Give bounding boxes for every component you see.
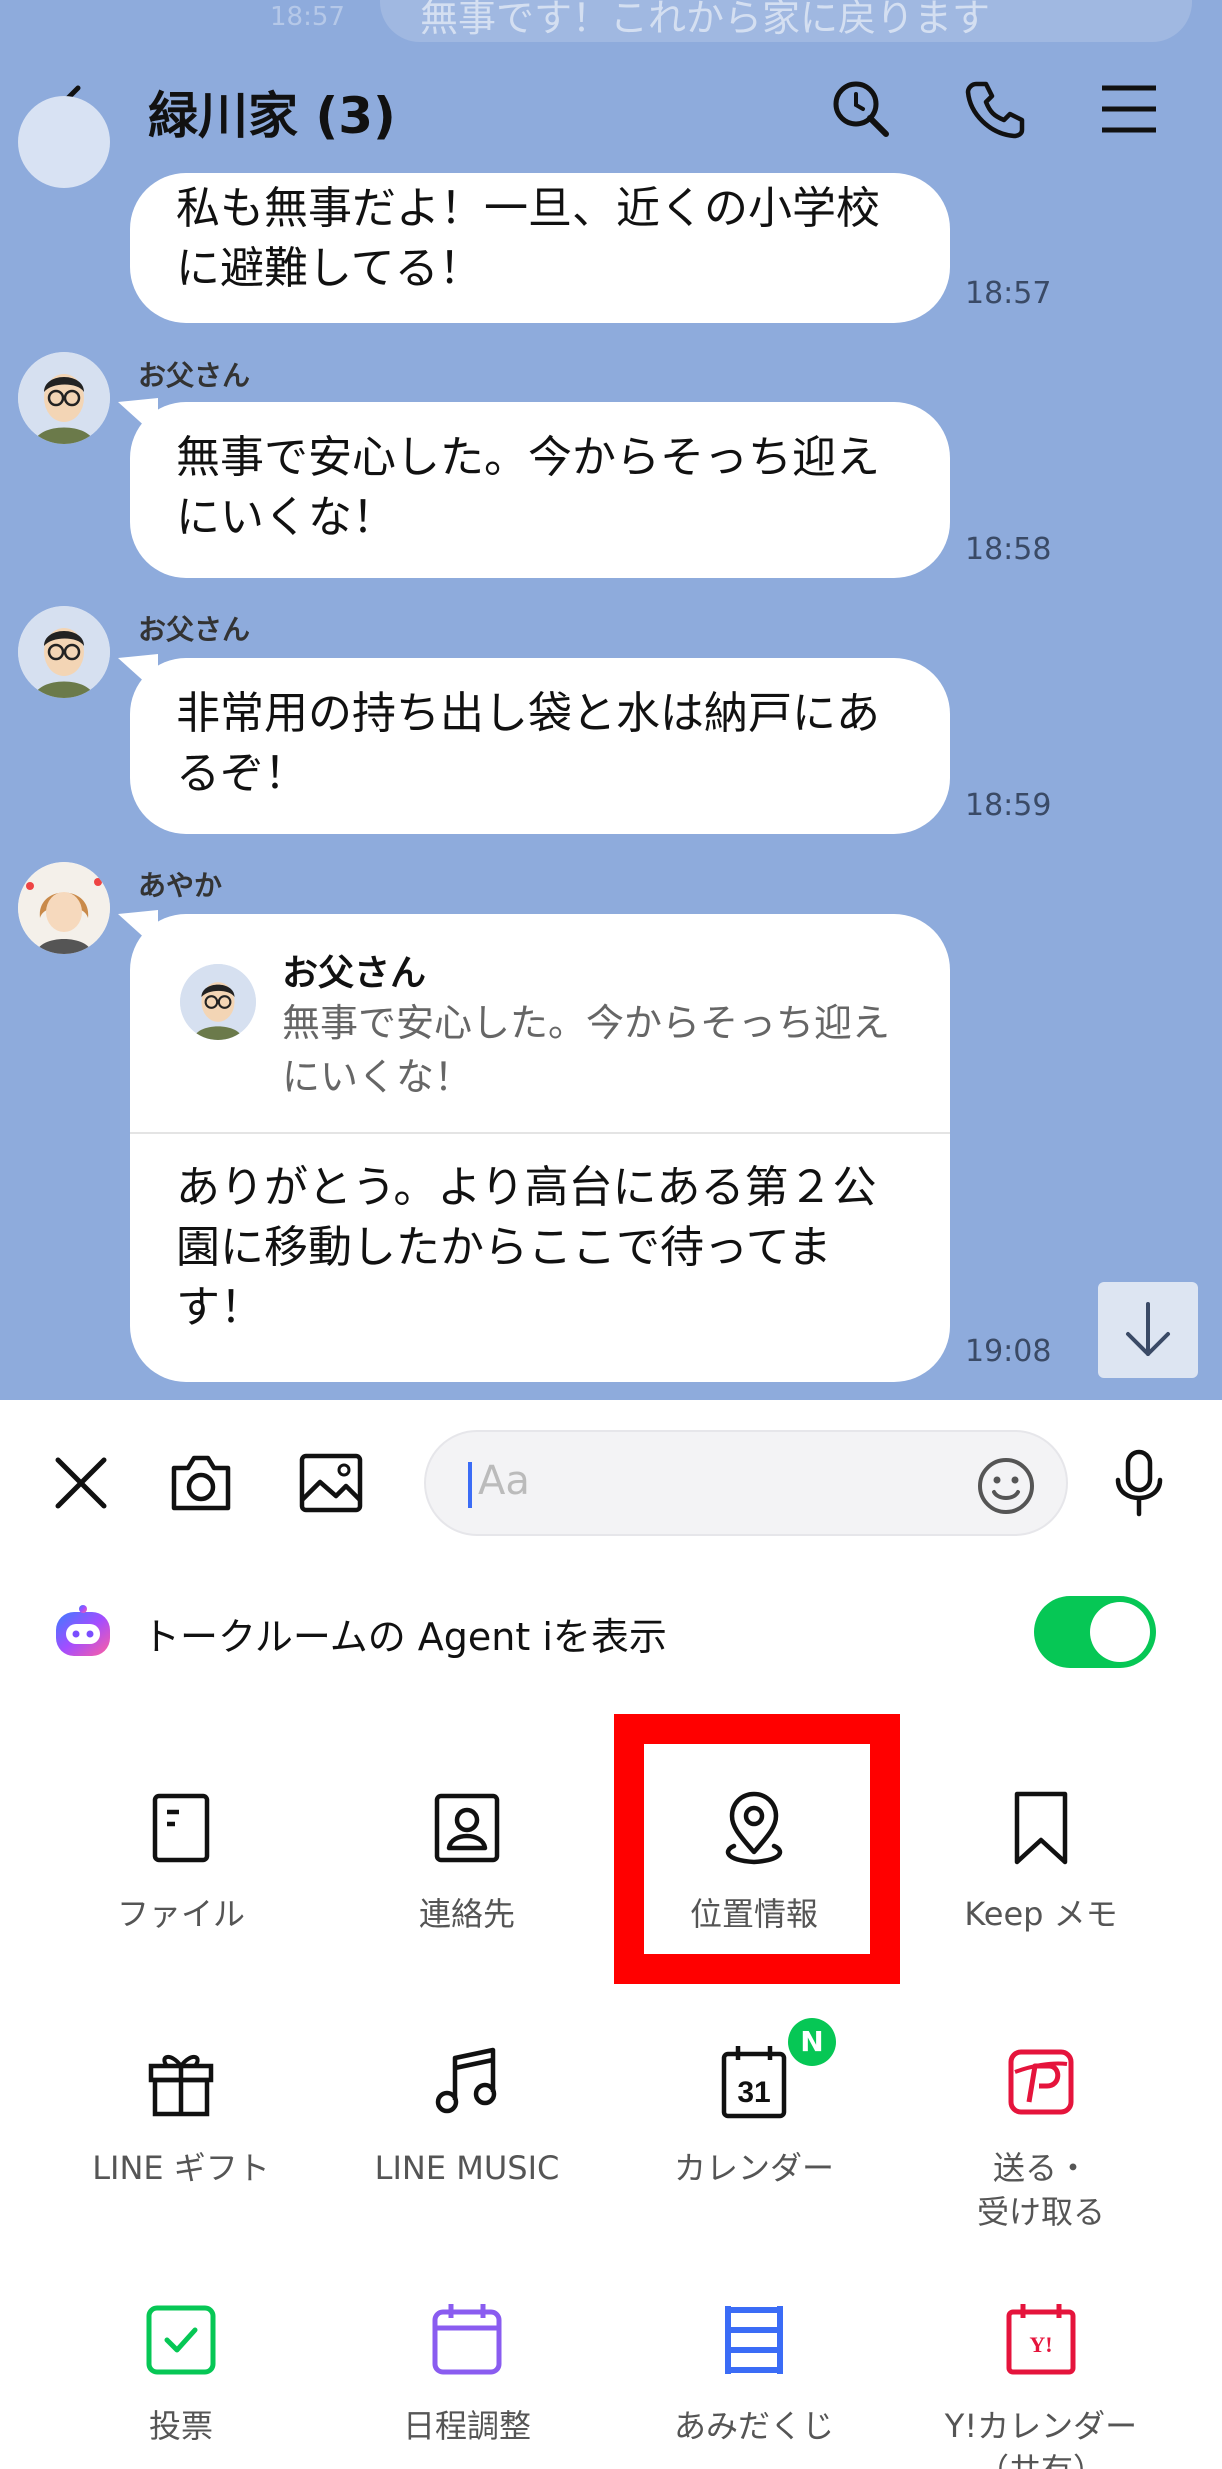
svg-text:31: 31 (737, 2076, 770, 2109)
message-input[interactable]: Aa (424, 1430, 1068, 1536)
ycalendar-icon: Y! (1006, 2304, 1076, 2375)
message-bubble[interactable]: 無事で安心した。今からそっち迎えにいくな！ (130, 402, 950, 578)
message-time: 18:57 (965, 276, 1052, 311)
menu-item-keep[interactable]: Keep メモ (891, 1788, 1191, 2008)
bookmark-icon (1014, 1791, 1068, 1865)
new-badge: N (788, 2018, 836, 2066)
menu-item-ycalendar[interactable]: Y! Y!カレンダー （共有） (891, 2300, 1191, 2469)
menu-label: 投票 (148, 2407, 213, 2445)
sender-name: お父さん (138, 613, 251, 646)
avatar[interactable] (18, 862, 110, 954)
menu-label: 連絡先 (418, 1895, 515, 1933)
quoted-sender: お父さん (282, 953, 427, 994)
scroll-to-bottom-button[interactable] (1098, 1282, 1198, 1378)
contact-icon (434, 1793, 500, 1863)
agent-i-icon (56, 1605, 110, 1656)
quoted-message[interactable]: お父さん 無事で安心した。今からそっち迎えにいくな！ (130, 914, 950, 1134)
agent-i-toggle[interactable] (1034, 1596, 1156, 1668)
message-text: 私も無事だよ！一旦、近くの小学校に避難してる！ (176, 183, 880, 294)
message-text: 非常用の持ち出し袋と水は納戸にあるぞ！ (176, 688, 880, 799)
reply-message-bubble[interactable]: お父さん 無事で安心した。今からそっち迎えにいくな！ ありがとう。より高台にある… (130, 914, 950, 1382)
text-cursor (468, 1462, 472, 1508)
arrow-down-icon (1126, 1302, 1170, 1356)
menu-label: 日程調整 (402, 2407, 531, 2445)
previous-message-text: 無事です！これから家に戻ります (420, 0, 991, 40)
menu-label: LINE ギフト (92, 2149, 270, 2187)
message-time: 19:08 (965, 1334, 1052, 1369)
gift-icon (148, 2055, 214, 2117)
camera-icon[interactable] (166, 1448, 236, 1518)
chat-title: 緑川家 (3) (148, 87, 396, 145)
message-text: 無事で安心した。今からそっち迎えにいくな！ (176, 432, 880, 543)
message-bubble[interactable]: 私も無事だよ！一旦、近くの小学校に避難してる！ (130, 173, 950, 323)
quoted-text: 無事で安心した。今からそっち迎えにいくな！ (282, 1001, 891, 1099)
quoted-avatar (180, 964, 256, 1040)
menu-item-ladder[interactable]: あみだくじ (604, 2300, 904, 2469)
menu-label: Y!カレンダー （共有） (944, 2407, 1138, 2469)
avatar[interactable] (18, 606, 110, 698)
message-time: 18:59 (965, 788, 1052, 823)
sender-name: お父さん (138, 359, 251, 392)
message-input-placeholder: Aa (478, 1458, 530, 1504)
input-bar: Aa (0, 1400, 1222, 1562)
message-time: 18:58 (965, 532, 1052, 567)
svg-text:Y!: Y! (1029, 2332, 1052, 2357)
avatar (18, 96, 110, 188)
paypay-icon (1008, 2049, 1074, 2115)
menu-label: Keep メモ (964, 1895, 1118, 1933)
father-avatar-icon (180, 964, 256, 1040)
menu-icon[interactable] (1096, 76, 1162, 142)
music-icon (435, 2047, 497, 2114)
toggle-knob (1090, 1602, 1150, 1662)
search-icon[interactable] (828, 76, 894, 142)
close-icon[interactable] (46, 1448, 116, 1518)
agent-i-label: トークルームの Agent iを表示 (142, 1615, 667, 1659)
highlight-box (614, 1714, 900, 1984)
menu-label: ファイル (116, 1895, 245, 1933)
ladder-icon (725, 2306, 783, 2374)
chat-header: 緑川家 (3) (0, 48, 1222, 173)
previous-message-time: 18:57 (270, 2, 345, 32)
sender-name: あやか (138, 869, 223, 902)
previous-message-partial: 無事です！これから家に戻ります (380, 0, 1192, 42)
menu-label: 送る・ 受け取る (976, 2149, 1105, 2231)
ayaka-avatar-icon (18, 862, 110, 954)
menu-item-gift[interactable]: LINE ギフト (31, 2042, 331, 2262)
calendar-icon: 31 (721, 2046, 787, 2119)
menu-item-vote[interactable]: 投票 (31, 2300, 331, 2469)
microphone-icon[interactable] (1104, 1448, 1174, 1518)
emoji-icon[interactable] (976, 1456, 1036, 1516)
menu-label: あみだくじ (673, 2407, 834, 2445)
menu-item-music[interactable]: LINE MUSIC (317, 2042, 617, 2262)
menu-item-contact[interactable]: 連絡先 (317, 1788, 617, 2008)
phone-icon[interactable] (962, 76, 1028, 142)
image-icon[interactable] (296, 1448, 366, 1518)
menu-item-calendar[interactable]: 31 N カレンダー (604, 2018, 904, 2262)
vote-icon (146, 2305, 216, 2375)
message-bubble[interactable]: 非常用の持ち出し袋と水は納戸にあるぞ！ (130, 658, 950, 834)
menu-item-schedule[interactable]: 日程調整 (317, 2300, 617, 2469)
father-avatar-icon (18, 606, 110, 698)
menu-label: カレンダー (673, 2149, 834, 2187)
menu-item-file[interactable]: ファイル (31, 1788, 331, 2008)
menu-label: LINE MUSIC (374, 2149, 560, 2187)
avatar[interactable] (18, 352, 110, 444)
father-avatar-icon (18, 352, 110, 444)
schedule-icon (432, 2304, 502, 2375)
file-icon (152, 1793, 210, 1863)
message-text: ありがとう。より高台にある第２公園に移動したからここで待ってます！ (176, 1162, 877, 1333)
agent-i-row: トークルームの Agent iを表示 (0, 1562, 1222, 1702)
chat-area: 無事です！これから家に戻ります 18:57 緑川家 (3) 私も無事だよ！一旦、… (0, 0, 1222, 1400)
menu-item-paypay[interactable]: 送る・ 受け取る (891, 2042, 1191, 2262)
